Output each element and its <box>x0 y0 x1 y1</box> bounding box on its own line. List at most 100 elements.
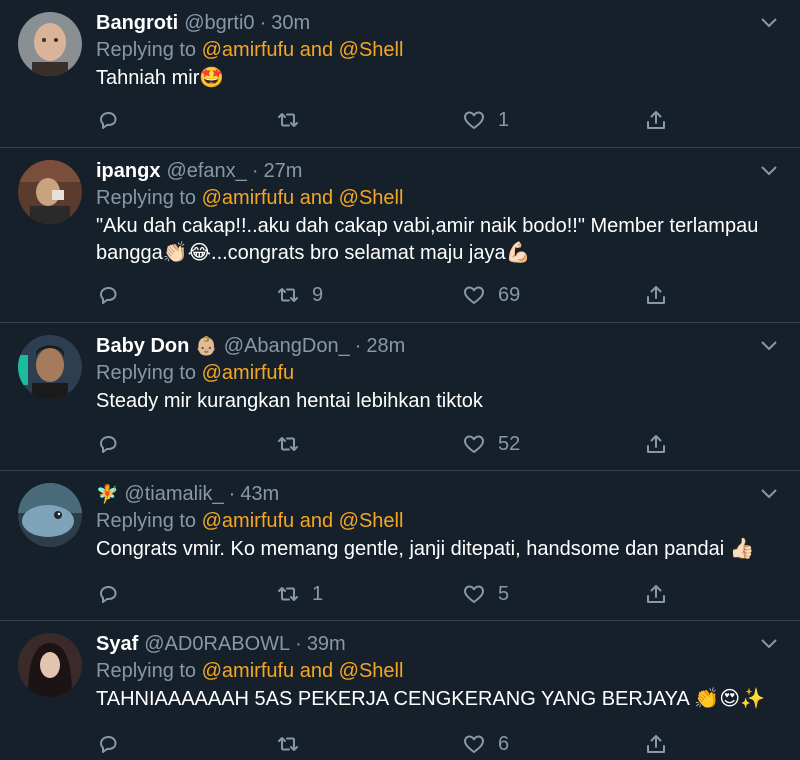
chevron-down-icon[interactable] <box>758 485 780 503</box>
replying-to: Replying to @amirfufu and @Shell <box>96 507 780 535</box>
timestamp[interactable]: 43m <box>240 483 279 506</box>
retweet-button[interactable] <box>276 106 312 134</box>
display-name[interactable]: Syaf <box>96 633 138 656</box>
retweet-icon <box>278 288 298 302</box>
like-button[interactable]: 5 <box>462 580 509 608</box>
avatar[interactable] <box>18 160 82 224</box>
mention-link[interactable]: @amirfufu and @Shell <box>202 39 404 61</box>
avatar[interactable] <box>18 335 82 399</box>
like-count: 6 <box>498 732 510 755</box>
tweet[interactable]: Bangroti @bgrti0 · 30m Replying to @amir… <box>0 0 800 148</box>
mention-link[interactable]: @amirfufu and @Shell <box>202 510 404 532</box>
retweet-icon <box>278 737 298 751</box>
user-handle[interactable]: @bgrti0 <box>184 12 254 35</box>
timestamp[interactable]: 39m <box>307 633 346 656</box>
chevron-down-icon[interactable] <box>758 337 780 355</box>
avatar[interactable] <box>18 12 82 76</box>
separator-dot: · <box>354 334 362 357</box>
user-handle[interactable]: @efanx_ <box>166 160 246 183</box>
reply-icon <box>100 436 117 453</box>
retweet-count: 1 <box>312 582 324 605</box>
reply-icon <box>100 112 117 129</box>
replying-to: Replying to @amirfufu and @Shell <box>96 36 780 64</box>
reply-icon <box>100 586 117 603</box>
like-icon <box>464 111 484 129</box>
like-icon <box>464 735 484 753</box>
like-icon <box>464 286 484 304</box>
retweet-button[interactable]: 1 <box>276 580 323 608</box>
tweet-text: Tahniah mir🤩 <box>96 67 225 89</box>
action-bar: 1 <box>96 106 800 134</box>
replying-prefix: Replying to <box>96 39 202 61</box>
action-bar: 52 <box>96 430 800 458</box>
reply-button[interactable] <box>96 281 120 309</box>
tweet-text: Steady mir kurangkan hentai lebihkan tik… <box>96 390 483 412</box>
mention-link[interactable]: @amirfufu and @Shell <box>202 660 404 682</box>
share-icon <box>647 111 665 129</box>
like-icon <box>464 585 484 603</box>
like-count: 5 <box>498 582 510 605</box>
tweet[interactable]: ipangx @efanx_ · 27m Replying to @amirfu… <box>0 148 800 323</box>
display-name[interactable]: ipangx <box>96 160 160 183</box>
retweet-button[interactable]: 9 <box>276 281 323 309</box>
share-button[interactable] <box>644 430 668 458</box>
tweet[interactable]: 🧚 @tiamalik_ · 43m Replying to @amirfufu… <box>0 471 800 621</box>
display-name[interactable]: Baby Don <box>96 335 189 358</box>
tweet-text: TAHNIAAAAAAH 5AS PEKERJA CENGKERANG YANG… <box>96 688 765 710</box>
share-icon <box>647 735 665 753</box>
timeline-feed: Bangroti @bgrti0 · 30m Replying to @amir… <box>0 0 800 760</box>
retweet-button[interactable] <box>276 430 312 458</box>
tweet-text: "Aku dah cakap!!..aku dah cakap vabi,ami… <box>96 215 759 264</box>
action-bar: 1 5 <box>96 580 800 608</box>
reply-button[interactable] <box>96 730 120 758</box>
user-handle[interactable]: @AbangDon_ <box>224 335 350 358</box>
tweet[interactable]: Syaf @AD0RABOWL · 39m Replying to @amirf… <box>0 621 800 760</box>
share-icon <box>647 286 665 304</box>
separator-dot: · <box>259 11 267 34</box>
timestamp[interactable]: 30m <box>271 12 310 35</box>
avatar[interactable] <box>18 483 82 547</box>
separator-dot: · <box>228 482 236 505</box>
share-button[interactable] <box>644 106 668 134</box>
reply-icon <box>100 287 117 304</box>
reply-button[interactable] <box>96 580 120 608</box>
tweet-text: Congrats vmir. Ko memang gentle, janji d… <box>96 538 755 560</box>
like-count: 1 <box>498 108 510 131</box>
replying-prefix: Replying to <box>96 187 202 209</box>
action-bar: 6 <box>96 730 800 758</box>
timestamp[interactable]: 27m <box>263 160 302 183</box>
replying-prefix: Replying to <box>96 510 202 532</box>
tweet[interactable]: Baby Don 👶🏼 @AbangDon_ · 28m Replying to… <box>0 323 800 471</box>
chevron-down-icon[interactable] <box>758 14 780 32</box>
user-handle[interactable]: @tiamalik_ <box>124 483 223 506</box>
mention-link[interactable]: @amirfufu <box>202 362 295 384</box>
avatar[interactable] <box>18 633 82 697</box>
like-count: 52 <box>498 432 521 455</box>
retweet-button[interactable] <box>276 730 312 758</box>
separator-dot: · <box>251 159 259 182</box>
timestamp[interactable]: 28m <box>366 335 405 358</box>
like-count: 69 <box>498 283 521 306</box>
like-button[interactable]: 1 <box>462 106 509 134</box>
chevron-down-icon[interactable] <box>758 635 780 653</box>
retweet-count: 9 <box>312 283 324 306</box>
share-icon <box>647 435 665 453</box>
share-button[interactable] <box>644 730 668 758</box>
action-bar: 9 69 <box>96 281 800 309</box>
replying-to: Replying to @amirfufu and @Shell <box>96 184 780 212</box>
display-name[interactable]: Bangroti <box>96 12 178 35</box>
share-button[interactable] <box>644 281 668 309</box>
like-button[interactable]: 52 <box>462 430 520 458</box>
replying-to: Replying to @amirfufu <box>96 359 780 387</box>
mention-link[interactable]: @amirfufu and @Shell <box>202 187 404 209</box>
share-button[interactable] <box>644 580 668 608</box>
like-button[interactable]: 69 <box>462 281 520 309</box>
user-handle[interactable]: @AD0RABOWL <box>144 633 290 656</box>
reply-button[interactable] <box>96 106 120 134</box>
name-emoji: 🧚 <box>96 483 119 504</box>
chevron-down-icon[interactable] <box>758 162 780 180</box>
reply-icon <box>100 736 117 753</box>
reply-button[interactable] <box>96 430 120 458</box>
like-button[interactable]: 6 <box>462 730 509 758</box>
retweet-icon <box>278 113 298 127</box>
